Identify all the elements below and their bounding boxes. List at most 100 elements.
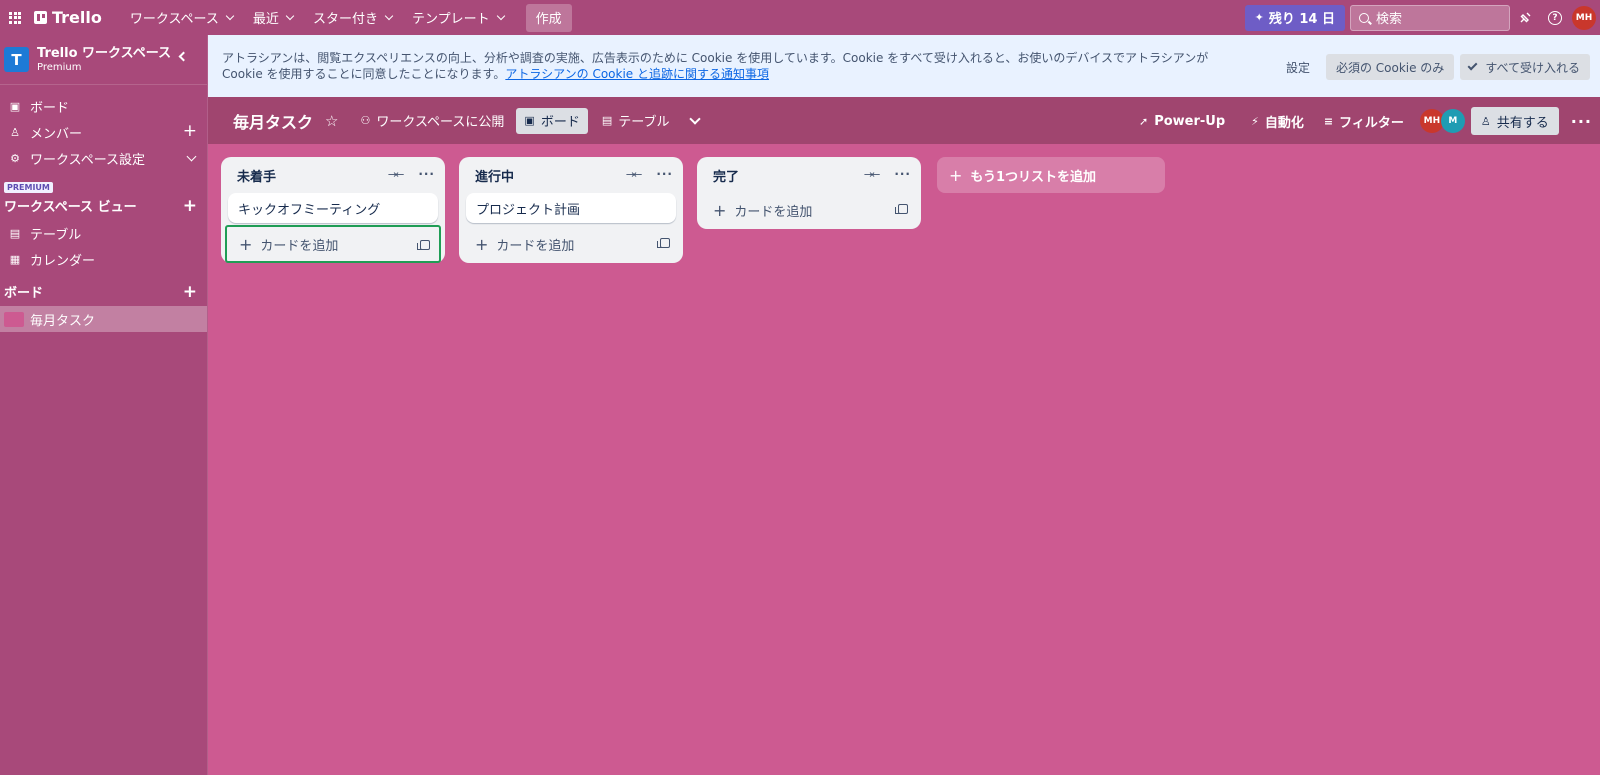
sidebar-item-boards[interactable]: ▣ ボード bbox=[0, 93, 207, 119]
person-icon: ♙ bbox=[10, 125, 20, 139]
menu-recent-label: 最近 bbox=[252, 12, 279, 27]
sidebar: T Trello ワークスペース Premium ▣ ボード ♙ メンバー + … bbox=[0, 35, 208, 775]
menu-starred[interactable]: スター付き bbox=[303, 4, 402, 32]
filter-button[interactable]: ≡ フィルター bbox=[1316, 108, 1412, 134]
create-from-template-icon[interactable] bbox=[657, 238, 670, 248]
sidebar-item-calendar-label: カレンダー bbox=[30, 253, 96, 269]
search-input[interactable]: 検索 bbox=[1350, 4, 1510, 31]
nav-menu: ワークスペース 最近 スター付き テンプレート 作成 bbox=[120, 3, 572, 32]
add-board-icon[interactable]: + bbox=[183, 283, 197, 301]
menu-workspaces[interactable]: ワークスペース bbox=[120, 4, 243, 32]
workspace-views-title: ワークスペース ビュー + bbox=[0, 194, 207, 216]
plus-icon: + bbox=[949, 165, 963, 185]
star-icon[interactable]: ☆ bbox=[325, 112, 338, 130]
sidebar-item-table[interactable]: ▤ テーブル bbox=[0, 220, 207, 246]
board-header-actions: ➚ Power-Up ⚡ 自動化 ≡ フィルター MH M ♙ 共有する ··· bbox=[1131, 107, 1600, 135]
visibility-button[interactable]: ⚇ ワークスペースに公開 bbox=[352, 108, 512, 134]
list-title[interactable]: 進行中 bbox=[475, 166, 514, 185]
view-table-tab[interactable]: ▤ テーブル bbox=[594, 108, 678, 134]
share-button[interactable]: ♙ 共有する bbox=[1470, 107, 1559, 135]
plus-icon: + bbox=[713, 200, 727, 220]
trial-button[interactable]: ✦ 残り 14 日 bbox=[1244, 4, 1345, 31]
workspace-header: T Trello ワークスペース Premium bbox=[0, 35, 207, 85]
add-card-label: カードを追加 bbox=[496, 238, 575, 254]
sidebar-item-workspace-settings[interactable]: ⚙ ワークスペース設定 bbox=[0, 145, 207, 171]
workspace-plan: Premium bbox=[37, 61, 82, 73]
chevron-down-icon bbox=[225, 11, 235, 20]
workspace-avatar: T bbox=[4, 47, 29, 72]
chevron-down-icon bbox=[285, 11, 295, 20]
sidebar-item-settings-label: ワークスペース設定 bbox=[30, 152, 146, 168]
cookie-settings-button[interactable]: 設定 bbox=[1276, 54, 1320, 80]
collapse-list-icon[interactable]: →← bbox=[388, 168, 405, 181]
collapse-sidebar-icon[interactable] bbox=[178, 51, 189, 62]
visibility-label: ワークスペースに公開 bbox=[376, 115, 505, 130]
chevron-down-icon[interactable] bbox=[186, 151, 197, 162]
member-avatar[interactable]: M bbox=[1440, 109, 1465, 133]
view-table-label: テーブル bbox=[618, 115, 670, 130]
list-menu-icon[interactable]: ··· bbox=[894, 167, 911, 181]
create-from-template-icon[interactable] bbox=[895, 204, 908, 214]
essential-cookies-button[interactable]: 必須の Cookie のみ bbox=[1325, 54, 1455, 80]
cookie-policy-link[interactable]: アトラシアンの Cookie と追跡に関する通知事項 bbox=[505, 67, 769, 81]
board-title[interactable]: 毎月タスク bbox=[233, 109, 313, 133]
view-board-label: ボード bbox=[540, 115, 580, 130]
add-list-button[interactable]: + もう1つリストを追加 bbox=[937, 157, 1165, 193]
chevron-down-icon bbox=[496, 11, 505, 20]
add-view-icon[interactable]: + bbox=[183, 197, 197, 215]
sidebar-item-members[interactable]: ♙ メンバー + bbox=[0, 119, 207, 145]
create-from-template-icon[interactable] bbox=[417, 240, 430, 250]
accept-all-button[interactable]: すべて受け入れる bbox=[1460, 54, 1590, 80]
card[interactable]: プロジェクト計画 bbox=[466, 193, 676, 223]
trial-label: 残り 14 日 bbox=[1268, 12, 1335, 27]
add-card-label: カードを追加 bbox=[734, 204, 813, 220]
trello-logo-icon bbox=[34, 11, 47, 24]
add-card-button[interactable]: + カードを追加 bbox=[701, 191, 917, 229]
list-menu-icon[interactable]: ··· bbox=[656, 167, 673, 181]
user-avatar[interactable]: MH bbox=[1572, 5, 1596, 30]
calendar-icon: ▦ bbox=[9, 252, 21, 266]
workspace-views-label: ワークスペース ビュー bbox=[4, 199, 137, 215]
share-label: 共有する bbox=[1496, 115, 1549, 131]
trello-logo[interactable]: Trello bbox=[34, 8, 102, 27]
automation-button[interactable]: ⚡ 自動化 bbox=[1243, 108, 1312, 134]
list-header: 未着手 →← ··· bbox=[221, 157, 445, 193]
create-button[interactable]: 作成 bbox=[525, 3, 572, 32]
sidebar-board-monthly-tasks[interactable]: 毎月タスク bbox=[0, 306, 207, 332]
card[interactable]: キックオフミーティング bbox=[228, 193, 438, 223]
collapse-list-icon[interactable]: →← bbox=[626, 168, 643, 181]
gear-icon: ⚙ bbox=[10, 151, 20, 165]
sidebar-item-table-label: テーブル bbox=[30, 227, 82, 243]
sidebar-item-members-label: メンバー bbox=[30, 126, 83, 142]
list-title[interactable]: 未着手 bbox=[237, 166, 276, 185]
list-title[interactable]: 完了 bbox=[713, 166, 739, 185]
add-member-icon[interactable]: + bbox=[183, 122, 197, 140]
menu-templates[interactable]: テンプレート bbox=[402, 4, 514, 32]
cookie-text: アトラシアンは、閲覧エクスペリエンスの向上、分析や調査の実施、広告表示のために … bbox=[222, 50, 1242, 82]
rocket-icon: ➚ bbox=[1138, 114, 1149, 128]
cookie-banner: アトラシアンは、閲覧エクスペリエンスの向上、分析や調査の実施、広告表示のために … bbox=[208, 35, 1600, 97]
add-card-button[interactable]: + カードを追加 bbox=[225, 225, 441, 263]
menu-workspaces-label: ワークスペース bbox=[129, 12, 219, 27]
help-icon[interactable]: ? bbox=[1540, 3, 1570, 33]
notifications-icon[interactable] bbox=[1510, 3, 1540, 33]
add-person-icon: ♙ bbox=[1480, 114, 1491, 128]
sidebar-item-boards-label: ボード bbox=[30, 100, 70, 116]
plus-icon: + bbox=[475, 234, 489, 254]
sidebar-item-calendar[interactable]: ▦ カレンダー bbox=[0, 246, 207, 272]
add-card-button[interactable]: + カードを追加 bbox=[463, 225, 679, 263]
chevron-down-icon[interactable] bbox=[689, 112, 702, 125]
workspace-name[interactable]: Trello ワークスペース bbox=[37, 46, 171, 61]
search-placeholder: 検索 bbox=[1376, 12, 1403, 27]
app-switcher-icon[interactable] bbox=[9, 11, 21, 24]
view-board-tab[interactable]: ▣ ボード bbox=[516, 107, 588, 134]
board-members: MH M bbox=[1419, 109, 1465, 133]
more-options-icon[interactable]: ··· bbox=[1571, 112, 1592, 131]
cookie-actions: 設定 必須の Cookie のみ すべて受け入れる bbox=[1270, 54, 1590, 80]
accept-all-label: すべて受け入れる bbox=[1485, 60, 1580, 75]
menu-recent[interactable]: 最近 bbox=[243, 4, 303, 32]
collapse-list-icon[interactable]: →← bbox=[864, 168, 881, 181]
list-menu-icon[interactable]: ··· bbox=[418, 167, 435, 181]
powerup-button[interactable]: ➚ Power-Up bbox=[1131, 108, 1233, 134]
board-header: 毎月タスク ☆ ⚇ ワークスペースに公開 ▣ ボード ▤ テーブル ➚ Powe… bbox=[208, 97, 1600, 144]
